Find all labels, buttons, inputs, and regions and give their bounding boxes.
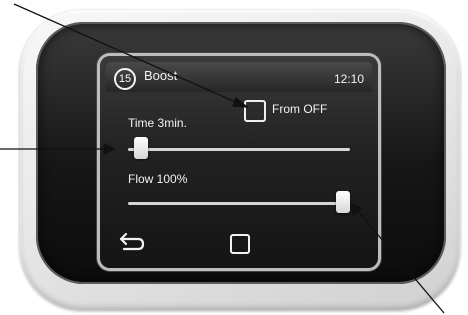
header-bar: 15 Boost 12:10: [106, 62, 372, 92]
flow-slider-thumb[interactable]: [336, 191, 351, 213]
square-icon[interactable]: [230, 234, 250, 254]
flow-slider-track[interactable]: [128, 191, 351, 213]
back-arrow-icon[interactable]: [118, 230, 148, 254]
from-off-checkbox[interactable]: [244, 100, 266, 122]
time-slider-label: Time 3min.: [128, 116, 187, 130]
touch-screen: 15 Boost 12:10 From OFF Time 3min. Flow …: [100, 56, 378, 268]
from-off-label: From OFF: [272, 102, 328, 116]
time-slider-thumb[interactable]: [134, 137, 149, 159]
flow-slider-label: Flow 100%: [128, 172, 188, 186]
mode-badge: 15: [114, 68, 136, 90]
page-title: Boost: [144, 68, 178, 83]
time-slider-track[interactable]: [128, 137, 350, 159]
clock: 12:10: [333, 72, 364, 86]
